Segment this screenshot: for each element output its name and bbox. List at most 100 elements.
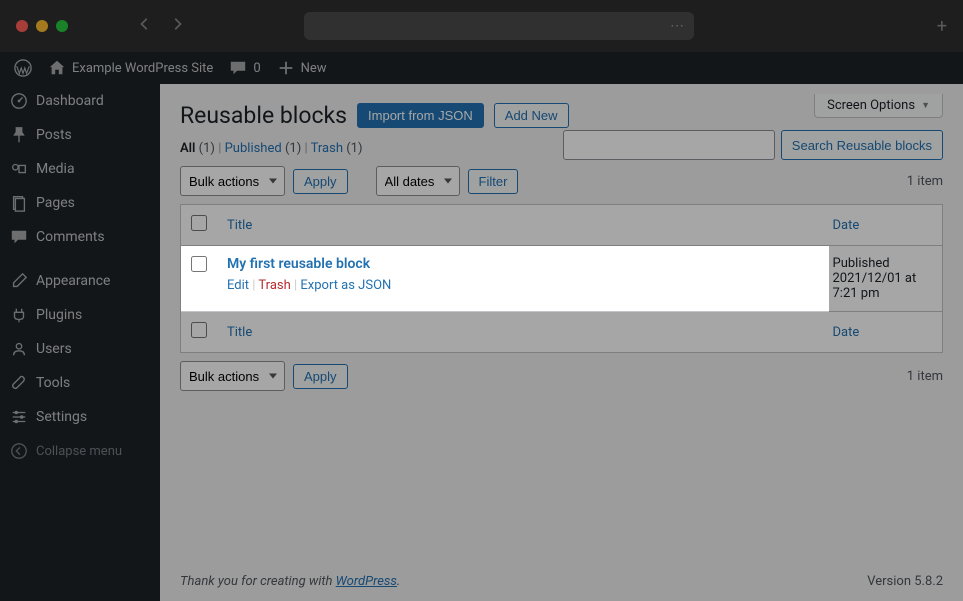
row-date-value: 2021/12/01 at 7:21 pm (833, 271, 917, 301)
browser-chrome: ⋯ + (0, 0, 963, 52)
sidebar-item-dashboard[interactable]: Dashboard (0, 84, 160, 118)
apply-bulk-button[interactable]: Apply (293, 169, 348, 194)
sidebar-item-comments[interactable]: Comments (0, 220, 160, 254)
admin-sidebar: Dashboard Posts Media Pages Comments App… (0, 84, 160, 601)
screen-options-toggle[interactable]: Screen Options (814, 94, 943, 118)
sidebar-item-label: Posts (36, 127, 72, 143)
forward-button[interactable] (170, 17, 184, 35)
item-count-top: 1 item (907, 174, 943, 189)
table-row: My first reusable block Edit | Trash | E… (181, 246, 943, 312)
screen-options-label: Screen Options (827, 98, 915, 113)
comments-link[interactable]: 0 (221, 52, 268, 84)
sidebar-item-label: Appearance (36, 273, 110, 289)
sidebar-item-label: Tools (36, 375, 70, 391)
apply-bulk-button-bottom[interactable]: Apply (293, 364, 348, 389)
minimize-window-icon[interactable] (36, 20, 48, 32)
filter-all[interactable]: All (180, 141, 195, 156)
bulk-actions-select-bottom[interactable]: Bulk actions (180, 361, 285, 391)
sidebar-item-label: Plugins (36, 307, 82, 323)
add-new-button[interactable]: Add New (494, 103, 569, 128)
filter-published-count: (1) (285, 141, 301, 156)
filter-all-count: (1) (199, 141, 215, 156)
new-label: New (301, 61, 327, 76)
sidebar-item-posts[interactable]: Posts (0, 118, 160, 152)
filter-trash[interactable]: Trash (311, 141, 343, 156)
sidebar-item-appearance[interactable]: Appearance (0, 264, 160, 298)
footer-thanks: Thank you for creating with (180, 574, 336, 589)
row-trash-link[interactable]: Trash (258, 278, 290, 293)
item-count-bottom: 1 item (907, 369, 943, 384)
sidebar-item-settings[interactable]: Settings (0, 400, 160, 434)
filter-button[interactable]: Filter (468, 169, 519, 194)
col-date-header[interactable]: Date (833, 218, 860, 233)
collapse-label: Collapse menu (36, 444, 122, 459)
footer-version: Version 5.8.2 (867, 574, 943, 589)
collapse-menu[interactable]: Collapse menu (0, 434, 160, 468)
wp-admin-bar: Example WordPress Site 0 New (0, 52, 963, 84)
site-link[interactable]: Example WordPress Site (40, 52, 221, 84)
sidebar-item-plugins[interactable]: Plugins (0, 298, 160, 332)
maximize-window-icon[interactable] (56, 20, 68, 32)
sidebar-item-label: Media (36, 161, 75, 177)
new-tab-button[interactable]: + (937, 16, 947, 37)
browser-nav-arrows (138, 17, 184, 35)
new-link[interactable]: New (269, 52, 335, 84)
bulk-actions-select[interactable]: Bulk actions (180, 166, 285, 196)
row-date-status: Published (833, 256, 890, 271)
select-all-top[interactable] (191, 215, 207, 231)
wp-logo-icon[interactable] (6, 52, 40, 84)
sidebar-item-users[interactable]: Users (0, 332, 160, 366)
footer-wp-link[interactable]: WordPress (336, 574, 397, 589)
traffic-lights (16, 20, 68, 32)
sidebar-item-label: Pages (36, 195, 75, 211)
user-icon (10, 340, 28, 358)
page-title: Reusable blocks (180, 102, 347, 129)
comment-icon (229, 59, 247, 77)
back-button[interactable] (138, 17, 152, 35)
row-edit-link[interactable]: Edit (227, 278, 249, 293)
import-json-button[interactable]: Import from JSON (357, 103, 484, 128)
content-area: Screen Options Reusable blocks Import fr… (160, 84, 963, 601)
wrench-icon (10, 374, 28, 392)
sliders-icon (10, 408, 28, 426)
pin-icon (10, 126, 28, 144)
plus-icon (277, 59, 295, 77)
sidebar-item-pages[interactable]: Pages (0, 186, 160, 220)
search-box: Search Reusable blocks (563, 130, 943, 160)
col-title-header[interactable]: Title (227, 218, 252, 233)
media-icon (10, 160, 28, 178)
search-button[interactable]: Search Reusable blocks (781, 130, 943, 160)
home-icon (48, 59, 66, 77)
tablenav-top: Bulk actions Apply All dates Filter 1 it… (180, 166, 943, 196)
wp-footer: Thank you for creating with WordPress. V… (160, 562, 963, 601)
sidebar-item-label: Users (36, 341, 72, 357)
col-date-footer[interactable]: Date (833, 325, 860, 340)
filter-published[interactable]: Published (225, 141, 282, 156)
row-title-link[interactable]: My first reusable block (227, 256, 370, 272)
row-export-link[interactable]: Export as JSON (300, 278, 391, 293)
row-checkbox[interactable] (191, 256, 207, 272)
dashboard-icon (10, 92, 28, 110)
comments-count: 0 (253, 61, 260, 76)
collapse-icon (10, 442, 28, 460)
date-filter-select[interactable]: All dates (376, 166, 460, 196)
row-date-cell: Published 2021/12/01 at 7:21 pm (823, 246, 943, 312)
plug-icon (10, 306, 28, 324)
sidebar-item-label: Dashboard (36, 93, 104, 109)
select-all-bottom[interactable] (191, 322, 207, 338)
sidebar-item-label: Settings (36, 409, 87, 425)
filter-trash-count: (1) (346, 141, 362, 156)
comments-icon (10, 228, 28, 246)
sidebar-item-media[interactable]: Media (0, 152, 160, 186)
brush-icon (10, 272, 28, 290)
tablenav-bottom: Bulk actions Apply 1 item (180, 361, 943, 391)
address-menu-icon[interactable]: ⋯ (670, 18, 684, 34)
col-title-footer[interactable]: Title (227, 325, 252, 340)
site-title: Example WordPress Site (72, 61, 213, 76)
close-window-icon[interactable] (16, 20, 28, 32)
row-actions: Edit | Trash | Export as JSON (227, 278, 813, 293)
sidebar-item-label: Comments (36, 229, 105, 245)
address-bar[interactable]: ⋯ (304, 12, 694, 40)
search-input[interactable] (563, 130, 775, 160)
sidebar-item-tools[interactable]: Tools (0, 366, 160, 400)
